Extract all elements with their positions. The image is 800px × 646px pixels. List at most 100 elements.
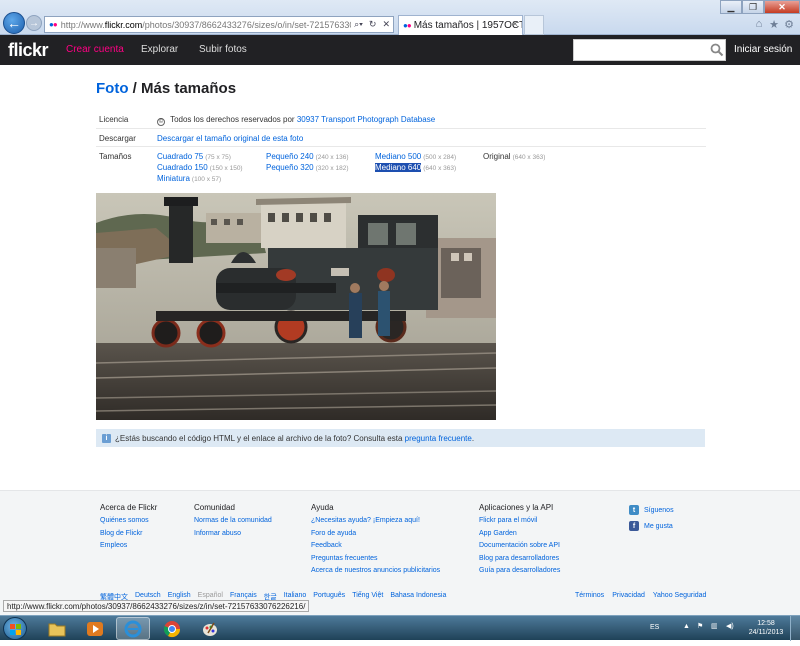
- size-option-selected[interactable]: Mediano 640 (640 x 363): [375, 163, 456, 172]
- refresh-icon[interactable]: ↻: [366, 19, 380, 30]
- flag-icon[interactable]: ⚑: [697, 622, 703, 630]
- back-button[interactable]: ←: [3, 12, 25, 34]
- footer-link[interactable]: Flickr para el móvil: [479, 517, 560, 524]
- minimize-button[interactable]: ▁: [720, 0, 742, 14]
- footer: Acerca de Flickr Quiénes somos Blog de F…: [0, 490, 800, 615]
- download-label: Descargar: [99, 134, 136, 143]
- show-desktop-button[interactable]: [790, 616, 800, 641]
- size-option[interactable]: Cuadrado 150 (150 x 150): [157, 163, 243, 172]
- home-icon[interactable]: ⌂: [752, 17, 766, 31]
- footer-link[interactable]: Blog para desarrolladores: [479, 555, 560, 562]
- terms-link[interactable]: Términos: [575, 592, 604, 599]
- language-link[interactable]: Bahasa Indonesia: [390, 592, 446, 602]
- owner-link[interactable]: 30937 Transport Photograph Database: [297, 115, 435, 124]
- size-option[interactable]: Miniatura (100 x 57): [157, 174, 221, 183]
- network-icon[interactable]: ▥: [711, 622, 718, 630]
- chrome-icon: [163, 620, 181, 637]
- maximize-button[interactable]: ❐: [742, 0, 764, 14]
- faq-link[interactable]: pregunta frecuente: [405, 434, 472, 443]
- footer-link[interactable]: Guía para desarrolladores: [479, 567, 560, 574]
- create-account-link[interactable]: Crear cuenta: [66, 44, 124, 55]
- download-row: Descargar Descargar el tamaño original d…: [96, 129, 706, 147]
- facebook-like[interactable]: f Me gusta: [629, 521, 674, 531]
- language-indicator[interactable]: ES: [650, 624, 659, 631]
- browser-tab[interactable]: ●● Más tamaños | 1957OCT02... ×: [398, 15, 523, 35]
- search-icon[interactable]: [710, 43, 724, 57]
- chrome-taskbar-button[interactable]: [155, 617, 189, 640]
- twitter-follow[interactable]: t Síguenos: [629, 505, 674, 515]
- footer-link[interactable]: ¿Necesitas ayuda? ¡Empieza aquí!: [311, 517, 440, 524]
- ie-taskbar-button[interactable]: [116, 617, 150, 640]
- info-icon: i: [102, 433, 111, 443]
- close-tab-icon[interactable]: ×: [512, 19, 518, 30]
- size-option-current: Original (640 x 363): [483, 152, 546, 161]
- internet-explorer-icon: [124, 620, 142, 637]
- footer-link[interactable]: Acerca de nuestros anuncios publicitario…: [311, 567, 440, 574]
- windows-logo-icon: [10, 624, 21, 635]
- sizes-label: Tamaños: [99, 152, 132, 161]
- size-option[interactable]: Mediano 500 (500 x 284): [375, 152, 456, 161]
- copyright-icon: ©: [157, 118, 165, 126]
- flickr-favicon-icon: ●●: [49, 20, 58, 29]
- license-row: Licencia © Todos los derechos reservados…: [96, 110, 706, 129]
- locomotive-photo[interactable]: [96, 193, 496, 420]
- footer-link[interactable]: Blog de Flickr: [100, 530, 157, 537]
- footer-social-column: t Síguenos f Me gusta: [629, 503, 674, 537]
- faq-end: .: [471, 433, 475, 443]
- footer-link[interactable]: Informar abuso: [194, 530, 272, 537]
- browser-chrome: ← → ●● http://www.flickr.com/photos/3093…: [0, 0, 800, 35]
- footer-apps-column: Aplicaciones y la API Flickr para el móv…: [479, 503, 560, 580]
- tab-favicon-icon: ●●: [403, 21, 412, 30]
- footer-link[interactable]: Normas de la comunidad: [194, 517, 272, 524]
- paint-icon: [203, 622, 217, 636]
- breadcrumb-photo-link[interactable]: Foto: [96, 80, 128, 97]
- faq-notice: i ¿Estás buscando el código HTML y el en…: [96, 429, 705, 447]
- gear-icon[interactable]: ⚙: [782, 17, 796, 31]
- media-player-taskbar-button[interactable]: [78, 617, 112, 640]
- size-option[interactable]: Pequeño 320 (320 x 182): [266, 163, 349, 172]
- footer-heading: Comunidad: [194, 503, 235, 512]
- privacy-link[interactable]: Privacidad: [612, 592, 645, 599]
- address-path: /photos/30937/8662433276/sizes/o/in/set-…: [142, 19, 351, 30]
- language-link[interactable]: Tiếng Việt: [352, 592, 383, 602]
- flickr-logo[interactable]: flickr: [8, 40, 49, 61]
- signin-link[interactable]: Iniciar sesión: [734, 44, 792, 55]
- footer-link[interactable]: Quiénes somos: [100, 517, 157, 524]
- footer-link[interactable]: App Garden: [479, 530, 560, 537]
- size-option[interactable]: Pequeño 240 (240 x 136): [266, 152, 349, 161]
- forward-button[interactable]: →: [26, 15, 42, 31]
- flickr-nav-bar: flickr Crear cuenta Explorar Subir fotos…: [0, 35, 800, 65]
- volume-icon[interactable]: ◀): [726, 622, 734, 630]
- twitter-link[interactable]: Síguenos: [644, 507, 674, 514]
- explore-link[interactable]: Explorar: [141, 44, 178, 55]
- explorer-taskbar-button[interactable]: [40, 617, 74, 640]
- yahoo-safety-link[interactable]: Yahoo Seguridad: [653, 592, 707, 599]
- footer-link[interactable]: Empleos: [100, 542, 157, 549]
- footer-link[interactable]: Documentación sobre API: [479, 542, 560, 549]
- footer-about-column: Acerca de Flickr Quiénes somos Blog de F…: [100, 503, 157, 555]
- start-button[interactable]: [3, 617, 27, 640]
- stop-icon[interactable]: ✕: [379, 19, 393, 30]
- new-tab-button[interactable]: [524, 15, 544, 35]
- close-window-button[interactable]: ✕: [764, 0, 800, 14]
- upload-link[interactable]: Subir fotos: [199, 44, 247, 55]
- address-prefix: http://www.: [60, 19, 105, 30]
- address-bar[interactable]: ●● http://www.flickr.com/photos/30937/86…: [44, 16, 394, 33]
- paint-taskbar-button[interactable]: [193, 617, 227, 640]
- facebook-link[interactable]: Me gusta: [644, 523, 673, 530]
- footer-link[interactable]: Feedback: [311, 542, 440, 549]
- tab-title: Más tamaños | 1957OCT02...: [413, 20, 522, 31]
- favorites-star-icon[interactable]: ★: [767, 17, 781, 31]
- language-link[interactable]: Português: [313, 592, 345, 602]
- search-dropdown-icon[interactable]: ⌕▾: [351, 19, 366, 30]
- size-option[interactable]: Cuadrado 75 (75 x 75): [157, 152, 231, 161]
- system-clock[interactable]: 12:58 24/11/2013: [744, 619, 788, 637]
- download-original-link[interactable]: Descargar el tamaño original de esta fot…: [157, 134, 303, 143]
- footer-link[interactable]: Foro de ayuda: [311, 530, 440, 537]
- footer-link[interactable]: Preguntas frecuentes: [311, 555, 440, 562]
- media-player-icon: [87, 621, 103, 636]
- show-hidden-icons[interactable]: ▲: [683, 623, 690, 630]
- title-separator: /: [128, 80, 141, 97]
- license-text: Todos los derechos reservados por: [170, 115, 295, 124]
- search-input[interactable]: [573, 39, 726, 61]
